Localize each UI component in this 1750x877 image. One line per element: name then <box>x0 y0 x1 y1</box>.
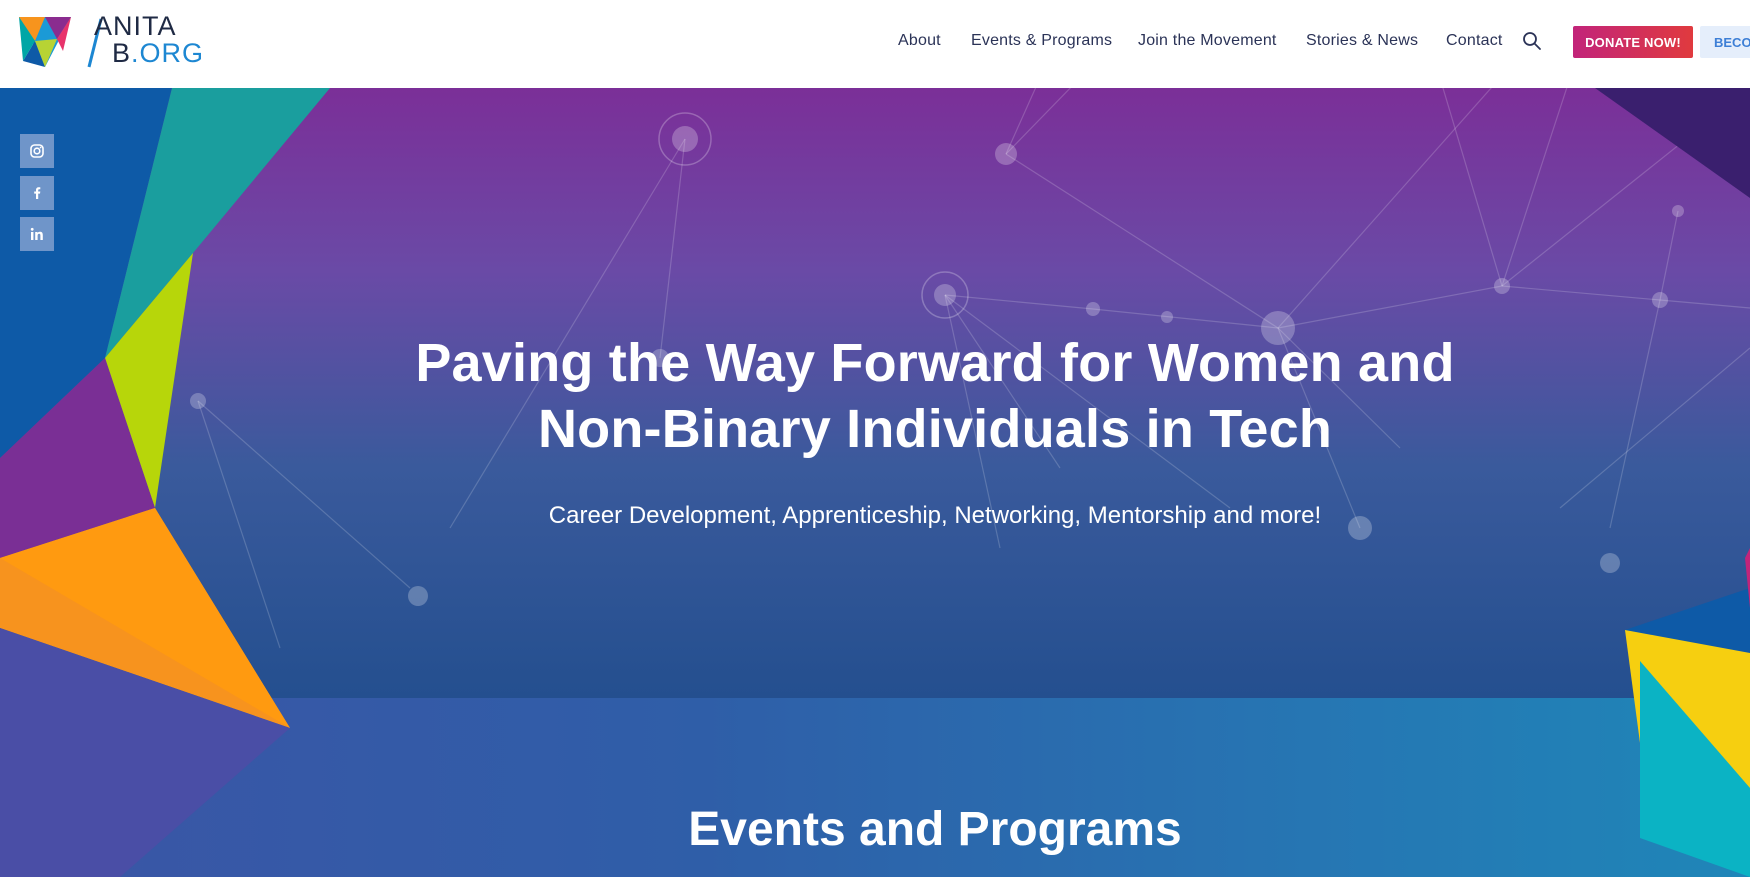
search-icon[interactable] <box>1522 31 1542 51</box>
linkedin-link[interactable] <box>20 217 54 251</box>
nav-stories-news[interactable]: Stories & News <box>1306 32 1418 50</box>
hero-title-line-2: Non-Binary Individuals in Tech <box>537 399 1333 459</box>
logo-anita: ANITA <box>94 11 177 41</box>
hero-title-line-1: Paving the Way Forward for Women and <box>415 333 1455 393</box>
linkedin-icon <box>30 227 43 240</box>
instagram-link[interactable] <box>20 134 54 168</box>
events-heading: Events and Programs <box>688 803 1182 856</box>
facebook-icon <box>34 187 41 199</box>
anitab-logo[interactable]: ANITA B.ORG <box>19 13 219 71</box>
nav-join-the-movement[interactable]: Join the Movement <box>1138 32 1277 50</box>
instagram-icon <box>30 144 44 158</box>
nav-about[interactable]: About <box>898 32 941 50</box>
nav-contact[interactable]: Contact <box>1446 32 1503 50</box>
logo-wordmark: ANITA B.ORG <box>94 13 204 67</box>
nav-events-programs[interactable]: Events & Programs <box>971 32 1112 50</box>
logo-borg: B.ORG <box>94 40 204 67</box>
events-section: Events and Programs <box>0 698 1750 877</box>
logo-triangle-icon <box>19 17 71 67</box>
site-header: ANITA B.ORG About Events & Programs Join… <box>0 0 1750 88</box>
become-member-button[interactable]: BECOM <box>1700 26 1750 58</box>
logo-b: B <box>112 38 132 68</box>
donate-button[interactable]: DONATE NOW! <box>1573 26 1693 58</box>
hero-title: Paving the Way Forward for Women and Non… <box>335 330 1535 462</box>
logo-org: .ORG <box>131 38 205 68</box>
hero-subtitle: Career Development, Apprenticeship, Netw… <box>548 502 1322 529</box>
facebook-link[interactable] <box>20 176 54 210</box>
